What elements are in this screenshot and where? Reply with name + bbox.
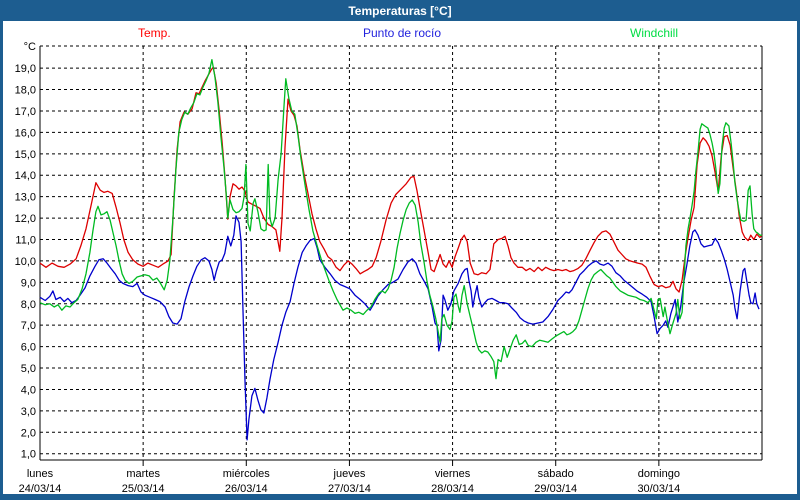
svg-text:1,0: 1,0 — [21, 449, 36, 461]
svg-text:25/03/14: 25/03/14 — [122, 483, 165, 494]
svg-text:2,0: 2,0 — [21, 427, 36, 439]
svg-text:11,0: 11,0 — [15, 235, 36, 247]
temperature-line-chart: 19,0 18,0 17,0 16,0 15,0 14,0 13,0 12,0 11,0 10,0… — [3, 21, 797, 494]
svg-text:29/03/14: 29/03/14 — [534, 483, 577, 494]
svg-text:28/03/14: 28/03/14 — [431, 483, 474, 494]
svg-text:lunes: lunes — [27, 468, 54, 480]
chart-panel: Temp. Punto de rocío Windchill 19,018,01… — [3, 21, 797, 494]
svg-text:5,0: 5,0 — [21, 363, 36, 375]
svg-text:3,0: 3,0 — [21, 406, 36, 418]
svg-text:13,0: 13,0 — [15, 192, 36, 204]
svg-text:14,0: 14,0 — [15, 170, 36, 182]
title-bar: Temperaturas [°C] — [0, 0, 800, 21]
svg-text:8,0: 8,0 — [21, 299, 36, 311]
svg-text:6,0: 6,0 — [21, 342, 36, 354]
svg-text:18,0: 18,0 — [15, 85, 36, 97]
svg-text:miércoles: miércoles — [223, 468, 271, 480]
svg-text:9,0: 9,0 — [21, 277, 36, 289]
svg-text:12,0: 12,0 — [15, 213, 36, 225]
svg-text:domingo: domingo — [638, 468, 680, 480]
svg-text:viernes: viernes — [435, 468, 471, 480]
app-window: Temperaturas [°C] Temp. Punto de rocío W… — [0, 0, 800, 500]
svg-text:10,0: 10,0 — [15, 256, 36, 268]
svg-text:27/03/14: 27/03/14 — [328, 483, 371, 494]
svg-text:4,0: 4,0 — [21, 384, 36, 396]
svg-text:16,0: 16,0 — [15, 127, 36, 139]
svg-text:martes: martes — [126, 468, 160, 480]
svg-text:24/03/14: 24/03/14 — [19, 483, 62, 494]
svg-text:30/03/14: 30/03/14 — [637, 483, 680, 494]
svg-text:15,0: 15,0 — [15, 149, 36, 161]
window-title: Temperaturas [°C] — [348, 4, 451, 18]
svg-text:sábado: sábado — [538, 468, 574, 480]
svg-text:7,0: 7,0 — [21, 320, 36, 332]
svg-text:17,0: 17,0 — [15, 106, 36, 118]
svg-text:°C: °C — [24, 41, 36, 53]
svg-text:26/03/14: 26/03/14 — [225, 483, 268, 494]
svg-text:19,0: 19,0 — [15, 63, 36, 75]
svg-text:jueves: jueves — [333, 468, 366, 480]
